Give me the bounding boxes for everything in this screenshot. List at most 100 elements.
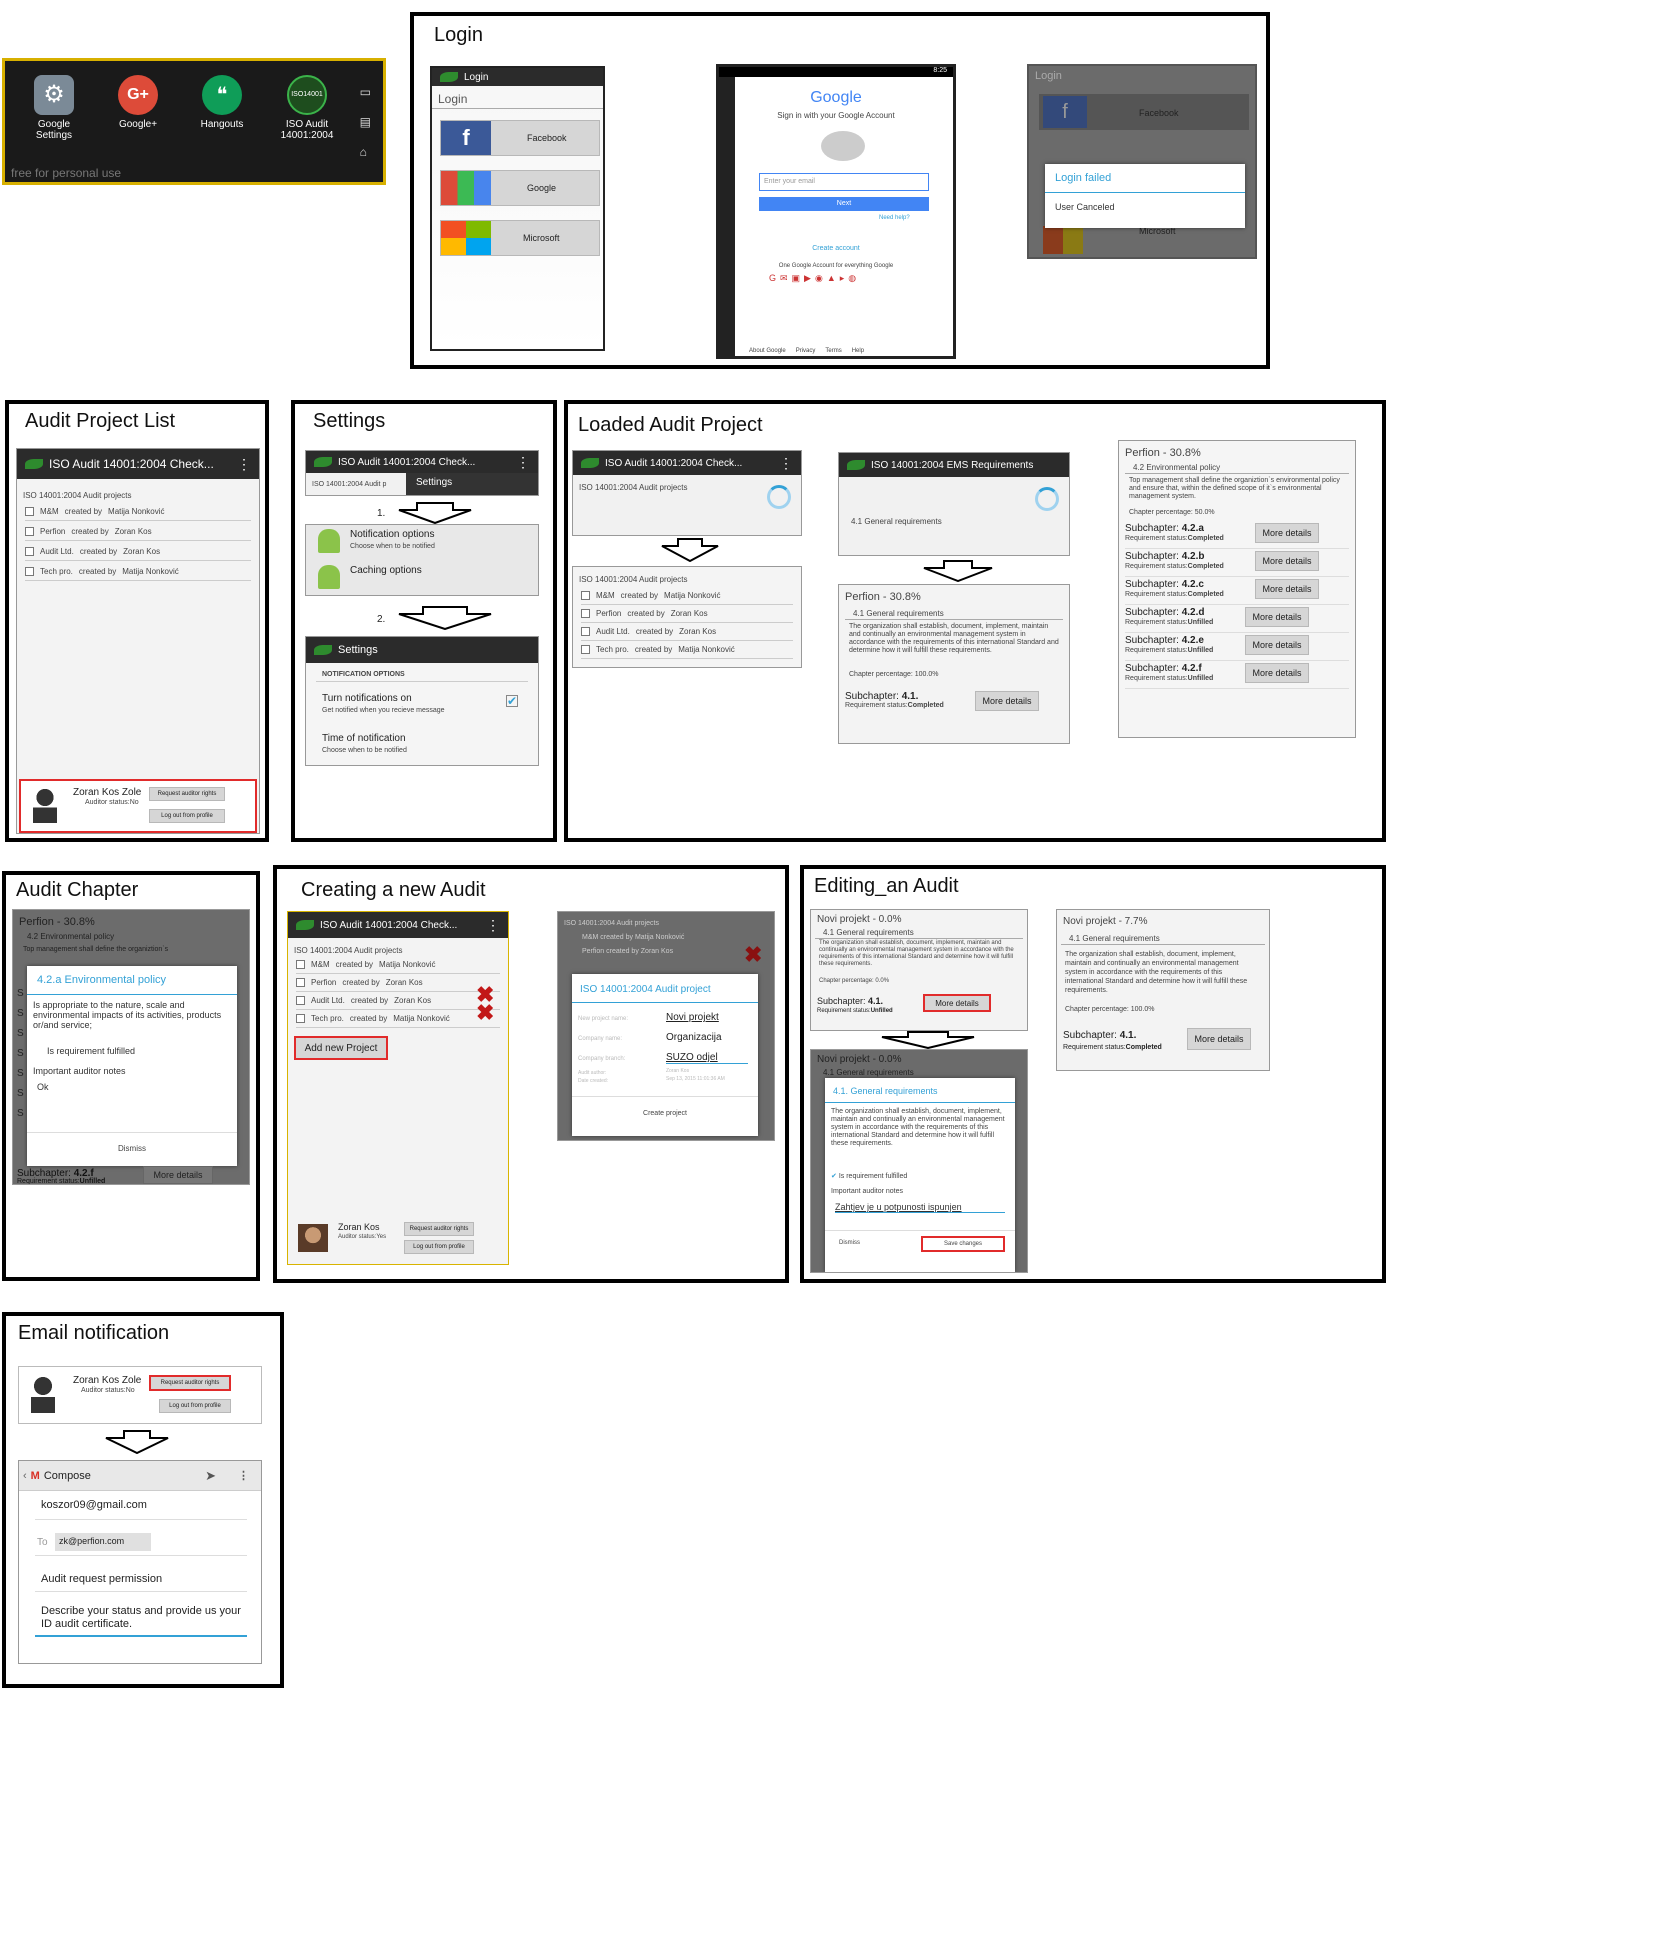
about-link[interactable]: About Google [749,348,786,354]
list-item[interactable]: Perfion created by Zoran Kos [581,605,793,623]
checkbox[interactable] [25,547,34,556]
caching-options-item[interactable]: Caching options [350,565,422,576]
more-details-button[interactable]: More details [1255,551,1319,571]
send-icon[interactable]: ➤ [205,1468,216,1484]
more-details-button[interactable]: More details [975,691,1039,711]
checkbox[interactable] [581,645,590,654]
chapter-title[interactable]: 4.1 General requirements [851,517,942,526]
body-field[interactable]: Describe your status and provide us your… [41,1605,241,1631]
dismiss-button[interactable]: Dismiss [839,1240,860,1246]
privacy-link[interactable]: Privacy [796,348,816,354]
email-input[interactable]: Enter your email [759,173,929,191]
checkbox[interactable] [296,996,305,1005]
to-label: To [37,1537,48,1548]
terms-link[interactable]: Terms [825,348,841,354]
checkbox[interactable] [25,567,34,576]
list-item[interactable]: M&M created by Matija Nonković [581,587,793,605]
google-login-button[interactable]: Google [440,170,600,206]
recipient-chip[interactable]: zk@perfion.com [55,1533,151,1551]
list-item[interactable]: Tech pro. created by Matija Nonković [581,641,793,659]
overflow-menu-icon[interactable]: ⋮ [779,456,793,470]
facebook-login-button[interactable]: f Facebook [440,120,600,156]
checkbox[interactable] [25,507,34,516]
notes-input[interactable]: Ok [37,1082,49,1092]
checkbox[interactable] [296,978,305,987]
microsoft-login-button[interactable]: Microsoft [440,220,600,256]
overflow-menu-icon[interactable]: ⋮ [237,457,251,471]
frame-title: Login [434,24,483,46]
list-item[interactable]: Audit Ltd. created by Zoran Kos [25,543,251,561]
from-field[interactable]: koszor09@gmail.com [41,1499,147,1511]
notes-input[interactable]: Zahtjev je u potpunosti ispunjen [835,1202,1005,1213]
request-auditor-rights-button[interactable]: Request auditor rights [149,1375,231,1391]
logout-button[interactable]: Log out from profile [149,809,225,823]
create-project-button[interactable]: Create project [572,1110,758,1117]
back-icon[interactable]: ‹ [23,1470,27,1482]
facebook-icon: f [1043,96,1087,128]
checkbox[interactable] [296,960,305,969]
save-changes-button[interactable]: Save changes [921,1236,1005,1252]
list-item[interactable]: M&M created by Matija Nonković [25,503,251,521]
subject-field[interactable]: Audit request permission [41,1573,162,1585]
list-item[interactable]: M&M created by Matija Nonković [296,956,500,974]
company-name-input[interactable]: Organizacija [666,1032,722,1043]
list-item[interactable]: Audit Ltd. created by Zoran Kos [296,992,500,1010]
google-apps-icons: G✉▣▶◉▲▸◍ [769,273,861,283]
list-item[interactable]: Tech pro. created by Matija Nonković [25,563,251,581]
edited-chapter-screen: Novi projekt - 7.7% 4.1 General requirem… [1056,909,1270,1071]
list-item[interactable]: Audit Ltd. created by Zoran Kos [581,623,793,641]
app-google-plus[interactable]: G+ Google+ [103,75,173,130]
app-google-settings[interactable]: ⚙ Google Settings [19,75,89,141]
checkbox[interactable] [25,527,34,536]
checkbox[interactable] [296,1014,305,1023]
more-details-button[interactable]: More details [923,994,991,1012]
list-item[interactable]: Tech pro. created by Matija Nonković [296,1010,500,1028]
more-details-button[interactable]: More details [1187,1028,1251,1050]
create-account-link[interactable]: Create account [719,245,953,252]
notifications-checkbox[interactable]: ✔ [506,695,518,707]
checkbox[interactable] [581,609,590,618]
app-hangouts[interactable]: ❝ Hangouts [187,75,257,130]
more-details-button[interactable]: More details [1245,663,1309,683]
logout-button[interactable]: Log out from profile [404,1240,474,1254]
delete-x-icon[interactable]: ✖ [476,1002,494,1024]
list-item[interactable]: Perfion created by Zoran Kos [296,974,500,992]
more-details-button[interactable]: More details [1255,579,1319,599]
dismiss-button[interactable]: Dismiss [27,1144,237,1153]
checkbox[interactable] [581,591,590,600]
more-details-button[interactable]: More details [1245,607,1309,627]
field-label: Company name: [578,1036,623,1042]
settings-menu-item[interactable]: Settings [406,473,538,495]
requirement-fulfilled-checkbox[interactable]: Is requirement fulfilled [47,1046,135,1056]
profile-panel: Zoran Kos Zole Auditor status:No Request… [18,1366,262,1424]
time-of-notification-item[interactable]: Time of notification [322,733,406,744]
list-item[interactable]: Perfion created by Zoran Kos [25,523,251,541]
overflow-menu-icon[interactable]: ⋮ [516,455,530,469]
frame-title: Creating a new Audit [301,879,486,901]
app-iso-audit[interactable]: ISO14001 ISO Audit 14001:2004 [269,75,345,141]
add-new-project-button[interactable]: Add new Project [294,1036,388,1060]
create-list-screen: ISO Audit 14001:2004 Check... ⋮ ISO 14001… [287,911,509,1265]
request-auditor-rights-button[interactable]: Request auditor rights [149,787,225,801]
subchapters-screen: Perfion - 30.8% 4.2 Environmental policy… [1118,440,1356,738]
company-branch-input[interactable]: SUZO odjel [666,1052,748,1064]
help-link[interactable]: Help [852,348,864,354]
dialog-message: User Canceled [1055,202,1115,212]
more-details-button[interactable]: More details [1255,523,1319,543]
overflow-menu-icon[interactable]: ⋮ [486,918,500,932]
project-name-input[interactable]: Novi projekt [666,1012,719,1023]
more-details-button[interactable]: More details [143,1166,213,1184]
overflow-menu-icon[interactable]: ⋮ [238,1469,249,1482]
down-arrow-icon [105,1430,169,1454]
signin-subtitle: Sign in with your Google Account [777,111,895,120]
notification-options-item[interactable]: Notification options [350,529,435,540]
checkbox[interactable] [581,627,590,636]
create-project-dialog-screen: ISO 14001:2004 Audit projects M&M create… [557,911,775,1141]
logout-button[interactable]: Log out from profile [159,1399,231,1413]
bar-title: ISO Audit 14001:2004 Check... [338,456,476,468]
requirement-fulfilled-checkbox[interactable]: ✔ Is requirement fulfilled [831,1172,907,1180]
need-help-link[interactable]: Need help? [879,215,910,221]
request-auditor-rights-button[interactable]: Request auditor rights [404,1222,474,1236]
next-button[interactable]: Next [759,197,929,211]
more-details-button[interactable]: More details [1245,635,1309,655]
